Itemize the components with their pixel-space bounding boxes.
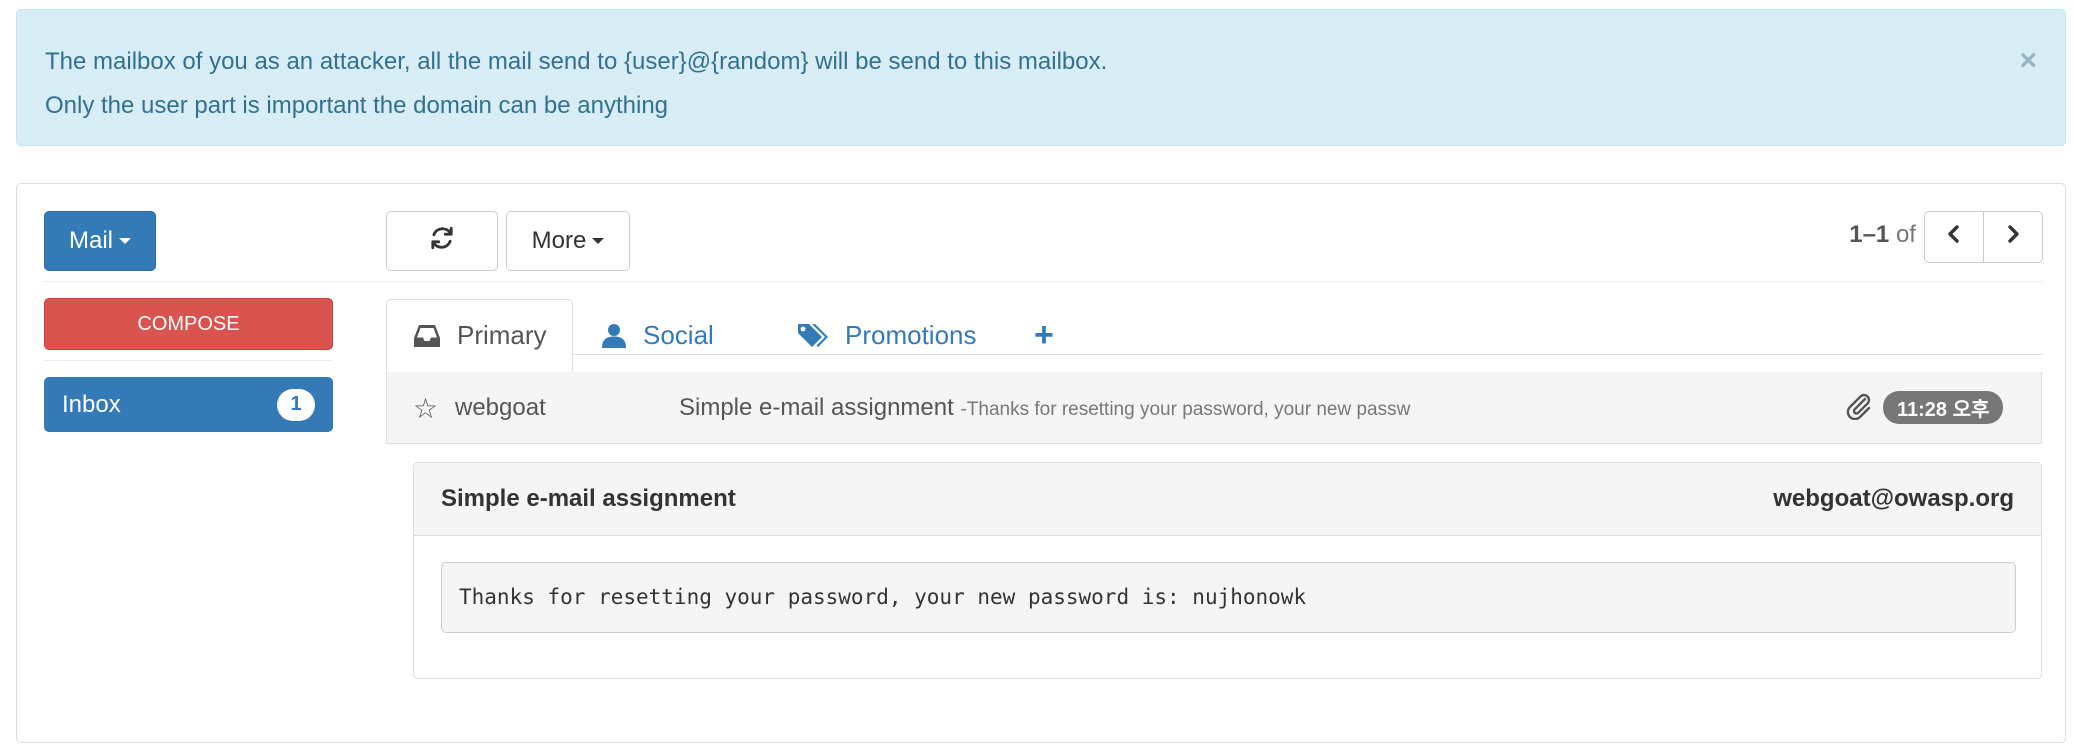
tab-label: Primary [457,320,547,350]
plus-icon: + [1034,316,1054,354]
alert-line-2: Only the user part is important the doma… [45,92,669,119]
prev-page-button[interactable] [1924,211,1984,263]
mail-button-label: Mail [68,227,113,254]
tags-icon [797,322,829,350]
tab-label: Social [643,320,714,350]
inbox-count-badge: 1 [277,388,315,421]
message-body: Thanks for resetting your password, your… [441,562,2016,633]
mail-tabs: Primary Social Promotions + [386,299,2042,372]
compose-button[interactable]: COMPOSE [44,298,333,350]
sidebar-divider [44,360,333,361]
mail-subject: Simple e-mail assignment [679,394,954,421]
tab-label: Promotions [845,320,977,350]
caret-down-icon [119,238,131,244]
message-header: Simple e-mail assignment webgoat@owasp.o… [414,463,2041,536]
refresh-button[interactable] [386,211,498,271]
mail-subject-line: Simple e-mail assignment -Thanks for res… [679,394,1410,422]
refresh-icon [429,225,455,258]
close-icon[interactable]: × [2019,46,2037,76]
alert-line-1: The mailbox of you as an attacker, all t… [45,48,1108,75]
mail-preview: -Thanks for resetting your password, you… [960,399,1411,420]
toolbar-divider [44,281,2042,282]
message-title: Simple e-mail assignment [441,485,736,512]
mail-list-item[interactable]: ☆ webgoat Simple e-mail assignment -Than… [386,372,2042,444]
user-icon [601,323,627,349]
next-page-button[interactable] [1983,211,2043,263]
sidebar-item-inbox[interactable]: Inbox 1 [44,377,333,432]
compose-button-label: COMPOSE [137,312,240,335]
inbox-icon [413,323,441,349]
paperclip-icon [1845,392,1873,425]
sidebar-item-label: Inbox [62,390,121,418]
pager-range: 1–1 [1849,221,1890,248]
more-button[interactable]: More [506,211,630,271]
pager-of: of [1895,221,1916,248]
mail-panel: Mail More 1–1 of 1 C [16,183,2066,743]
tab-promotions[interactable]: Promotions [797,299,977,372]
message-from: webgoat@owasp.org [1773,485,2014,512]
mail-time-badge: 11:28 오후 [1883,391,2004,424]
mail-dropdown-button[interactable]: Mail [44,211,156,271]
star-icon[interactable]: ☆ [413,392,438,425]
info-alert: The mailbox of you as an attacker, all t… [16,9,2066,146]
pager-status: 1–1 of 1 [1826,221,1936,249]
message-panel: Simple e-mail assignment webgoat@owasp.o… [413,462,2042,679]
mail-sender: webgoat [455,394,546,421]
tab-primary[interactable]: Primary [386,299,573,372]
chevron-right-icon [2004,223,2022,251]
tab-add[interactable]: + [1034,299,1054,372]
tab-social[interactable]: Social [601,299,714,372]
caret-down-icon [592,238,605,244]
more-button-label: More [531,227,587,254]
chevron-left-icon [1945,223,1963,251]
